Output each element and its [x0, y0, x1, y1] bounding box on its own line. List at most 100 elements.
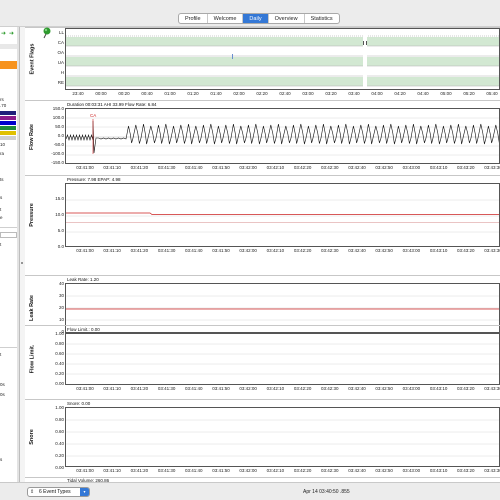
time-tick: 03:41:00	[76, 165, 94, 170]
time-tick: 03:41:20	[130, 468, 149, 473]
tab-welcome[interactable]: Welcome	[208, 14, 244, 23]
y-tick: 0.80	[55, 417, 64, 422]
graph-title: Snore	[29, 429, 35, 445]
event-types-label: 6 Event Types	[39, 489, 71, 495]
time-tick: 02:20	[256, 91, 268, 96]
sidebar-text: t	[0, 242, 2, 247]
flag-label: UA	[57, 60, 64, 65]
time-tick: 03:42:00	[239, 165, 257, 170]
time-tick: 04:20	[394, 91, 406, 96]
legend-swatch	[0, 131, 16, 135]
y-tick: 0.0	[57, 244, 64, 249]
sidebar-text: s	[0, 457, 3, 462]
time-tick: 03:41:10	[103, 165, 121, 170]
time-tick: 03:42:20	[293, 165, 312, 170]
event-time-axis: 23:40 00:00 00:20 00:40 01:00 01:20 01:4…	[65, 91, 500, 99]
time-tick: 03:43:10	[429, 165, 448, 170]
x-axis: 03:41:00 03:41:10 03:41:20 03:41:30 03:41:40…	[65, 165, 500, 173]
time-tick: 03:42:30	[321, 165, 339, 170]
time-tick: 03:41:10	[103, 386, 121, 391]
time-tick: 03:42:00	[239, 248, 257, 253]
sidebar-scrollbar[interactable]	[17, 27, 19, 482]
ca-marker-label: CA	[90, 113, 96, 118]
time-tick: 00:00	[95, 91, 107, 96]
time-tick: 03:20	[325, 91, 337, 96]
sidebar-text: e	[0, 215, 3, 220]
pressure-info: Pressure: 7.98 EPAP: 4.98	[67, 177, 121, 182]
time-tick: 03:42:40	[348, 386, 366, 391]
time-tick: 05:40	[486, 91, 498, 96]
graph-flow-limit: Flow Limit.: 0.00 Flow Limit. 1.00 0.80 …	[25, 325, 500, 395]
legend-swatch	[0, 121, 16, 125]
y-tick: 20	[58, 305, 64, 310]
forward-arrow-icon[interactable]: ➜	[9, 31, 14, 37]
flow-rate-plot[interactable]: CA	[65, 108, 500, 164]
graph-snore: Snore: 0.00 Snore 1.00 0.80 0.60 0.40 0.…	[25, 399, 500, 477]
chevron-down-icon: ▾	[80, 488, 89, 496]
oa-event-mark	[232, 54, 233, 59]
time-tick: 04:00	[371, 91, 383, 96]
tab-overview[interactable]: Overview	[269, 14, 305, 23]
graph-pressure: Pressure: 7.98 EPAP: 4.98 Pressure 15.0 …	[25, 175, 500, 257]
time-tick: 03:41:50	[212, 165, 230, 170]
flag-label: CA	[57, 40, 64, 45]
time-tick: 03:42:20	[293, 468, 312, 473]
y-tick: 0.20	[55, 371, 64, 376]
time-tick: 01:00	[164, 91, 176, 96]
y-tick: 0.60	[55, 351, 64, 356]
time-tick: 03:42:40	[348, 165, 366, 170]
tab-statistics[interactable]: Statistics	[305, 14, 339, 23]
time-tick: 03:42:40	[348, 468, 366, 473]
time-tick: 03:42:30	[321, 468, 339, 473]
back-arrow-icon[interactable]: ➜	[1, 31, 6, 37]
sidebar-text: t	[0, 352, 2, 357]
time-tick: 05:20	[463, 91, 475, 96]
time-tick: 03:43:00	[402, 468, 421, 473]
time-tick: 03:43:20	[457, 386, 475, 391]
time-tick: 03:43:30	[484, 248, 500, 253]
y-tick: 50.0	[55, 124, 64, 129]
y-tick: 10	[58, 317, 64, 322]
tab-daily[interactable]: Daily	[243, 14, 269, 23]
legend-swatch	[0, 116, 16, 120]
time-tick: 03:42:10	[266, 468, 285, 473]
time-tick: 01:20	[187, 91, 199, 96]
time-tick: 03:42:30	[321, 248, 339, 253]
time-tick: 03:42:10	[266, 248, 285, 253]
sidebar-field[interactable]	[0, 232, 17, 238]
time-tick: 03:42:50	[375, 386, 393, 391]
y-tick: 0.60	[55, 429, 64, 434]
time-tick: 03:42:50	[375, 468, 393, 473]
leak-rate-info: Leak Rate: 1.20	[67, 277, 99, 282]
time-tick: 04:40	[417, 91, 429, 96]
time-tick: 03:41:20	[130, 248, 149, 253]
flow-limit-plot[interactable]	[65, 333, 500, 385]
bottom-bar: ⇕ 6 Event Types ▾ Apr 14 03:40:50 .855	[0, 482, 500, 500]
pressure-plot[interactable]	[65, 183, 500, 247]
y-tick: 0.20	[55, 453, 64, 458]
time-tick: 05:00	[440, 91, 452, 96]
tab-profile[interactable]: Profile	[179, 14, 208, 23]
selection-window[interactable]	[363, 29, 367, 90]
flow-rate-info: Duration 00:03:31 AHI 33.99 Flow Rate: 6…	[67, 102, 157, 107]
sidebar-text: .70	[0, 103, 7, 108]
time-tick: 03:41:40	[185, 468, 203, 473]
time-tick: 03:42:10	[266, 165, 285, 170]
snore-plot[interactable]	[65, 407, 500, 467]
time-tick: 03:41:10	[103, 248, 121, 253]
time-tick: 03:43:10	[429, 386, 448, 391]
event-flags-plot[interactable]	[65, 28, 500, 90]
tab-bar: Profile Welcome Daily Overview Statistic…	[178, 13, 340, 24]
time-tick: 03:42:30	[321, 386, 339, 391]
time-tick: 03:42:40	[348, 248, 366, 253]
event-types-dropdown[interactable]: ⇕ 6 Event Types ▾	[27, 487, 90, 497]
time-tick: 03:42:00	[239, 386, 257, 391]
calendar-selected-day[interactable]	[0, 61, 17, 69]
x-axis: 03:41:00 03:41:10 03:41:20 03:41:30 03:41:40…	[65, 248, 500, 256]
sidebar-text: t	[0, 207, 2, 212]
time-tick: 03:42:00	[239, 468, 257, 473]
time-tick: 03:41:30	[157, 248, 176, 253]
pressure-line	[66, 212, 499, 215]
y-tick: 0.80	[55, 341, 64, 346]
time-tick: 03:43:20	[457, 248, 475, 253]
